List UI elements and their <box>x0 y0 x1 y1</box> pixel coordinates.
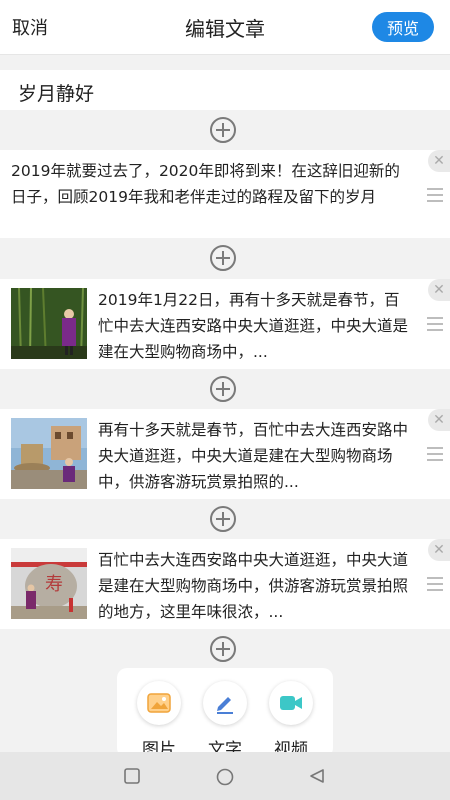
svg-text:寿: 寿 <box>45 574 63 595</box>
content-card-4[interactable]: 寿 百忙中去大连西安路中央大道逛逛，中央大道是建在大型购物商场中，供游客游玩赏景… <box>0 539 450 629</box>
content-card-3[interactable]: 再有十多天就是春节，百忙中去大连西安路中央大道逛逛，中央大道是建在大型购物商场中… <box>0 409 450 499</box>
close-icon[interactable]: ✕ <box>428 279 450 301</box>
add-section-button[interactable] <box>210 376 236 402</box>
preview-button[interactable]: 预览 <box>372 12 434 42</box>
insert-toolbar: 图片 文字 视频 <box>117 668 333 760</box>
content-card-2[interactable]: 2019年1月22日，再有十多天就是春节，百忙中去大连西安路中央大道逛逛，中央大… <box>0 279 450 369</box>
card-text: 再有十多天就是春节，百忙中去大连西安路中央大道逛逛，中央大道是建在大型购物商场中… <box>98 421 409 491</box>
drag-handle-icon[interactable] <box>427 577 443 591</box>
card-text: 2019年1月22日，再有十多天就是春节，百忙中去大连西安路中央大道逛逛，中央大… <box>98 291 409 361</box>
recent-apps-icon[interactable] <box>124 768 140 788</box>
add-section-button[interactable] <box>210 245 236 271</box>
insert-text-button[interactable]: 文字 <box>195 681 255 760</box>
article-title-field[interactable]: 岁月静好 <box>0 70 450 110</box>
article-title-text: 岁月静好 <box>18 83 95 105</box>
image-icon <box>137 681 181 725</box>
home-icon[interactable] <box>216 768 234 790</box>
top-bar: 取消 编辑文章 预览 <box>0 0 450 55</box>
add-section-button[interactable] <box>210 506 236 532</box>
drag-handle-icon[interactable] <box>427 317 443 331</box>
insert-image-button[interactable]: 图片 <box>129 681 189 760</box>
content-card-1[interactable]: 2019年就要过去了，2020年即将到来！在这辞旧迎新的日子，回顾2019年我和… <box>0 150 450 238</box>
close-icon[interactable]: ✕ <box>428 409 450 431</box>
drag-handle-icon[interactable] <box>427 188 443 202</box>
card-thumbnail <box>11 418 87 489</box>
back-icon[interactable] <box>309 768 325 788</box>
drag-handle-icon[interactable] <box>427 447 443 461</box>
card-text: 百忙中去大连西安路中央大道逛逛，中央大道是建在大型购物商场中，供游客游玩赏景拍照… <box>98 551 409 621</box>
add-section-button[interactable] <box>210 636 236 662</box>
add-section-button[interactable] <box>210 117 236 143</box>
card-thumbnail <box>11 288 87 359</box>
card-thumbnail: 寿 <box>11 548 87 619</box>
close-icon[interactable]: ✕ <box>428 539 450 561</box>
system-nav-bar <box>0 752 450 800</box>
pencil-icon <box>203 681 247 725</box>
video-camera-icon <box>269 681 313 725</box>
insert-video-button[interactable]: 视频 <box>261 681 321 760</box>
close-icon[interactable]: ✕ <box>428 150 450 172</box>
card-text: 2019年就要过去了，2020年即将到来！在这辞旧迎新的日子，回顾2019年我和… <box>11 162 400 206</box>
